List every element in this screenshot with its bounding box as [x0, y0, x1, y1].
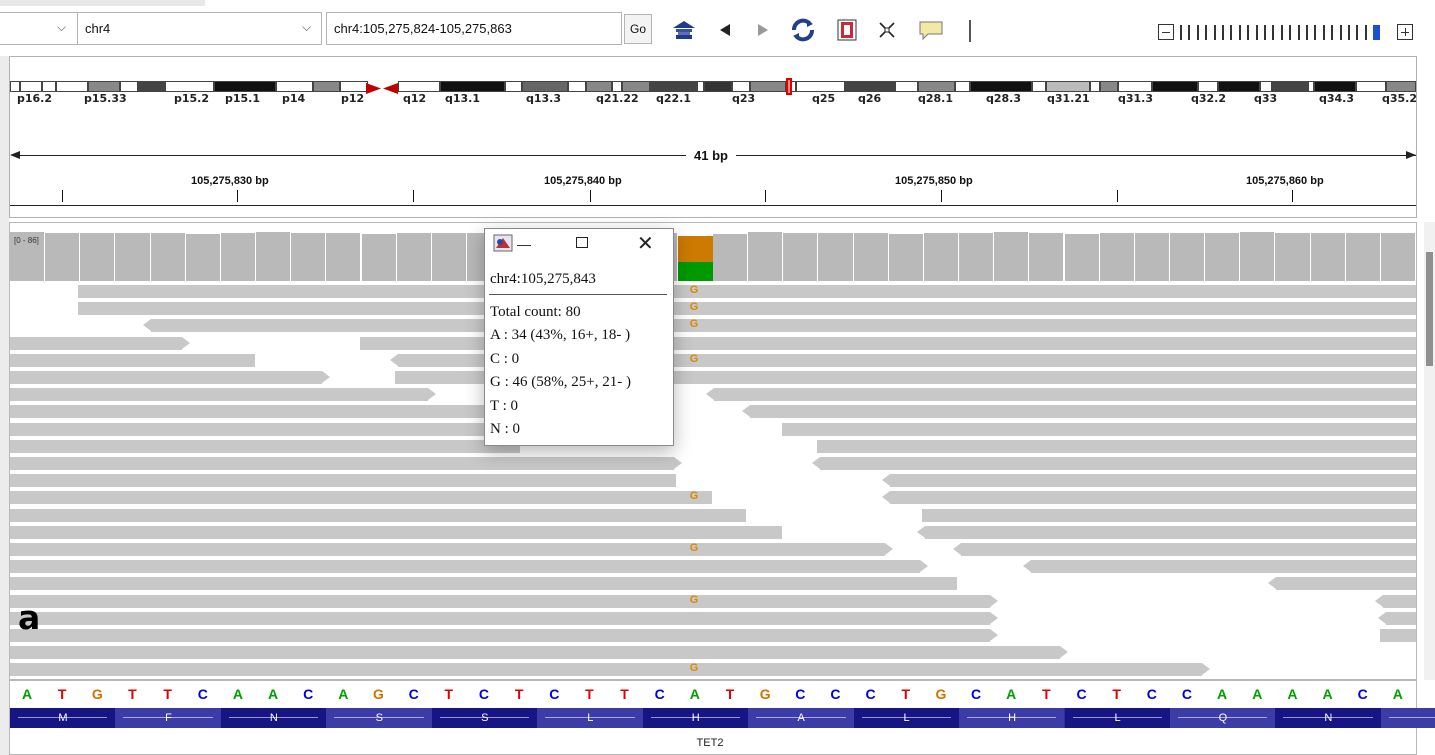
amino-acid-label: L — [587, 712, 594, 724]
gene-name-label[interactable]: TET2 — [690, 737, 730, 749]
minimize-icon[interactable]: — — [517, 236, 531, 252]
amino-acid-track: MFNSSLHALHLQN — [0, 0, 1435, 755]
popup-t-count: T : 0 — [490, 398, 519, 414]
popup-g-count: G : 46 (58%, 25+, 21- ) — [490, 374, 631, 390]
amino-acid-label: M — [58, 712, 68, 724]
amino-acid-label: Q — [1218, 712, 1228, 724]
amino-acid-label: F — [165, 712, 172, 724]
strand-line — [1388, 717, 1435, 718]
amino-acid-label: N — [1324, 712, 1333, 724]
popup-total-count: Total count: 80 — [490, 304, 581, 320]
popup-c-count: C : 0 — [490, 351, 520, 367]
igv-window: ⌵ chr4 ⌵ chr4:105,275,824-105,275,863 Go… — [0, 0, 1435, 755]
codon-block — [1380, 708, 1435, 728]
amino-acid-label: N — [269, 712, 278, 724]
amino-acid-label: S — [375, 712, 384, 724]
amino-acid-label: L — [903, 712, 910, 724]
amino-acid-label: S — [481, 712, 489, 724]
base-count-popup[interactable]: — ✕ chr4:105,275,843 Total count: 80 A :… — [484, 228, 674, 446]
popup-divider — [489, 294, 667, 295]
amino-acid-label: H — [1008, 712, 1017, 724]
popup-a-count: A : 34 (43%, 16+, 18- ) — [490, 327, 631, 343]
close-icon[interactable]: ✕ — [637, 231, 654, 256]
amino-acid-label: H — [691, 712, 700, 724]
popup-n-count: N : 0 — [490, 421, 520, 437]
app-icon — [493, 234, 513, 252]
amino-acid-label: L — [1114, 712, 1121, 724]
maximize-icon[interactable] — [576, 237, 588, 248]
popup-locus: chr4:105,275,843 — [490, 271, 596, 287]
amino-acid-label: A — [797, 712, 805, 724]
